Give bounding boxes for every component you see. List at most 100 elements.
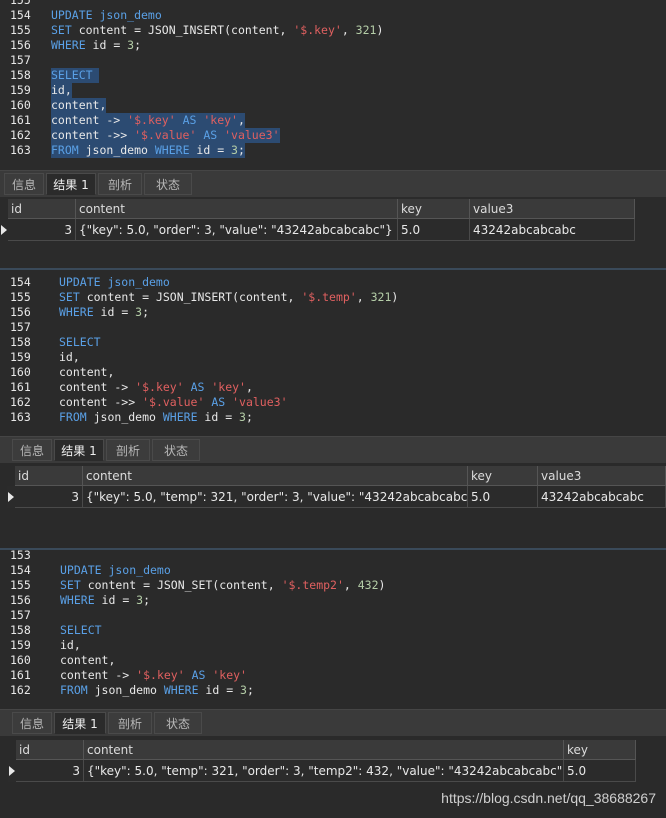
code-line[interactable]: 160 content, xyxy=(0,653,666,668)
column-header-value3[interactable]: value3 xyxy=(538,466,666,486)
code-token: json_demo xyxy=(94,683,164,697)
tab-status[interactable]: 状态 xyxy=(144,173,192,195)
cell-content[interactable]: {"key": 5.0, "temp": 321, "order": 3, "t… xyxy=(84,760,564,782)
code-line[interactable]: 154 UPDATE json_demo xyxy=(0,8,666,23)
column-header-content[interactable]: content xyxy=(76,199,398,219)
code-text: content, xyxy=(59,365,114,380)
code-line[interactable]: 162 content ->> '$.value' AS 'value3' xyxy=(0,128,666,143)
line-number: 161 xyxy=(10,113,31,127)
cell-key[interactable]: 5.0 xyxy=(564,760,636,782)
line-number: 159 xyxy=(10,83,31,97)
tab-info[interactable]: 信息 xyxy=(12,439,52,461)
code-token: 'key' xyxy=(203,113,238,127)
code-line[interactable]: 159 id, xyxy=(0,350,666,365)
cell-content[interactable]: {"key": 5.0, "temp": 321, "order": 3, "v… xyxy=(83,486,468,508)
column-header-value3[interactable]: value3 xyxy=(470,199,635,219)
code-line[interactable]: 155 SET content = JSON_INSERT(content, '$… xyxy=(0,23,666,38)
code-token: content = JSON_INSERT(content, xyxy=(86,290,302,304)
cell-content[interactable]: {"key": 5.0, "order": 3, "value": "43242… xyxy=(76,219,398,241)
code-token: , xyxy=(341,23,356,37)
cell-value3[interactable]: 43242abcabcabc xyxy=(470,219,635,241)
cell-id[interactable]: 3 xyxy=(8,219,76,241)
code-token: json_demo xyxy=(85,143,155,157)
code-text: WHERE id = 3; xyxy=(51,38,141,53)
tab-profile[interactable]: 剖析 xyxy=(106,439,150,461)
tab-status[interactable]: 状态 xyxy=(152,439,200,461)
column-header-id[interactable]: id xyxy=(15,466,83,486)
code-line[interactable]: 161 content -> '$.key' AS 'key', xyxy=(0,113,666,128)
code-token: UPDATE json_demo xyxy=(59,275,170,289)
code-line[interactable]: 161 content -> '$.key' AS 'key', xyxy=(0,380,666,395)
line-number: 162 xyxy=(10,683,31,697)
tab-profile[interactable]: 剖析 xyxy=(108,712,152,734)
code-line[interactable]: 162 FROM json_demo WHERE id = 3; xyxy=(0,683,666,698)
code-token: id = xyxy=(101,593,137,607)
code-token: FROM xyxy=(51,143,86,157)
code-token: ) xyxy=(391,290,399,304)
code-line[interactable]: 163 FROM json_demo WHERE id = 3; xyxy=(0,410,666,425)
line-number: 156 xyxy=(10,38,31,52)
result-grid: id content key 3 {"key": 5.0, "temp": 32… xyxy=(0,740,640,784)
code-text: UPDATE json_demo xyxy=(51,8,162,23)
cell-key[interactable]: 5.0 xyxy=(468,486,538,508)
column-header-key[interactable]: key xyxy=(468,466,538,486)
code-line[interactable]: 153 xyxy=(0,550,666,563)
code-line[interactable]: 154 UPDATE json_demo xyxy=(0,563,666,578)
code-token: 3 xyxy=(239,410,246,424)
code-line[interactable]: 160 content, xyxy=(0,98,666,113)
code-line[interactable]: 156 WHERE id = 3; xyxy=(0,305,666,320)
code-line[interactable]: 158 SELECT xyxy=(0,623,666,638)
code-line[interactable]: 160 content, xyxy=(0,365,666,380)
code-line[interactable]: 159 id, xyxy=(0,83,666,98)
line-number: 154 xyxy=(10,563,31,577)
code-line[interactable]: 158 SELECT xyxy=(0,68,666,83)
column-header-id[interactable]: id xyxy=(16,740,84,760)
code-token: 321 xyxy=(370,290,392,304)
tab-info[interactable]: 信息 xyxy=(4,173,44,195)
code-token: id = xyxy=(204,410,240,424)
line-number: 158 xyxy=(10,623,31,637)
line-number: 155 xyxy=(10,0,31,7)
code-line[interactable]: 156 WHERE id = 3; xyxy=(0,593,666,608)
code-token: UPDATE json_demo xyxy=(51,8,162,22)
tab-result-1[interactable]: 结果 1 xyxy=(46,173,96,195)
cell-key[interactable]: 5.0 xyxy=(398,219,470,241)
code-token: 'key' xyxy=(212,668,247,682)
code-line[interactable]: 158 SELECT xyxy=(0,335,666,350)
code-line[interactable]: 161 content -> '$.key' AS 'key' xyxy=(0,668,666,683)
code-token: WHERE xyxy=(163,683,206,697)
code-line[interactable]: 157 xyxy=(0,53,666,68)
code-token: , xyxy=(237,113,245,127)
cell-id[interactable]: 3 xyxy=(15,486,83,508)
code-line[interactable]: 159 id, xyxy=(0,638,666,653)
line-number: 156 xyxy=(10,593,31,607)
code-token: , xyxy=(245,380,253,394)
column-header-id[interactable]: id xyxy=(8,199,76,219)
code-token: ; xyxy=(134,38,142,52)
column-header-key[interactable]: key xyxy=(564,740,636,760)
code-line[interactable]: 154 UPDATE json_demo xyxy=(0,275,666,290)
code-line[interactable]: 162 content ->> '$.value' AS 'value3' xyxy=(0,395,666,410)
line-number: 162 xyxy=(10,128,31,142)
cell-id[interactable]: 3 xyxy=(16,760,84,782)
code-token: WHERE xyxy=(59,305,101,319)
code-line[interactable]: 155 SET content = JSON_INSERT(content, '$… xyxy=(0,290,666,305)
cell-value3[interactable]: 43242abcabcabc xyxy=(538,486,666,508)
code-line[interactable]: 155 SET content = JSON_SET(content, '$.te… xyxy=(0,578,666,593)
code-line[interactable]: 157 xyxy=(0,320,666,335)
code-text: id, xyxy=(59,350,80,365)
tab-result-1[interactable]: 结果 1 xyxy=(54,439,104,461)
code-token: content, xyxy=(60,653,116,667)
tab-result-1[interactable]: 结果 1 xyxy=(54,712,106,734)
column-header-key[interactable]: key xyxy=(398,199,470,219)
code-token: content -> xyxy=(51,113,128,127)
code-line[interactable]: 163 FROM json_demo WHERE id = 3; xyxy=(0,143,666,158)
tab-status[interactable]: 状态 xyxy=(154,712,202,734)
tab-profile[interactable]: 剖析 xyxy=(98,173,142,195)
code-line[interactable]: 156 WHERE id = 3; xyxy=(0,38,666,53)
code-line[interactable]: 157 xyxy=(0,608,666,623)
column-header-content[interactable]: content xyxy=(84,740,564,760)
column-header-content[interactable]: content xyxy=(83,466,468,486)
code-line[interactable]: 155 xyxy=(0,0,666,8)
tab-info[interactable]: 信息 xyxy=(12,712,52,734)
